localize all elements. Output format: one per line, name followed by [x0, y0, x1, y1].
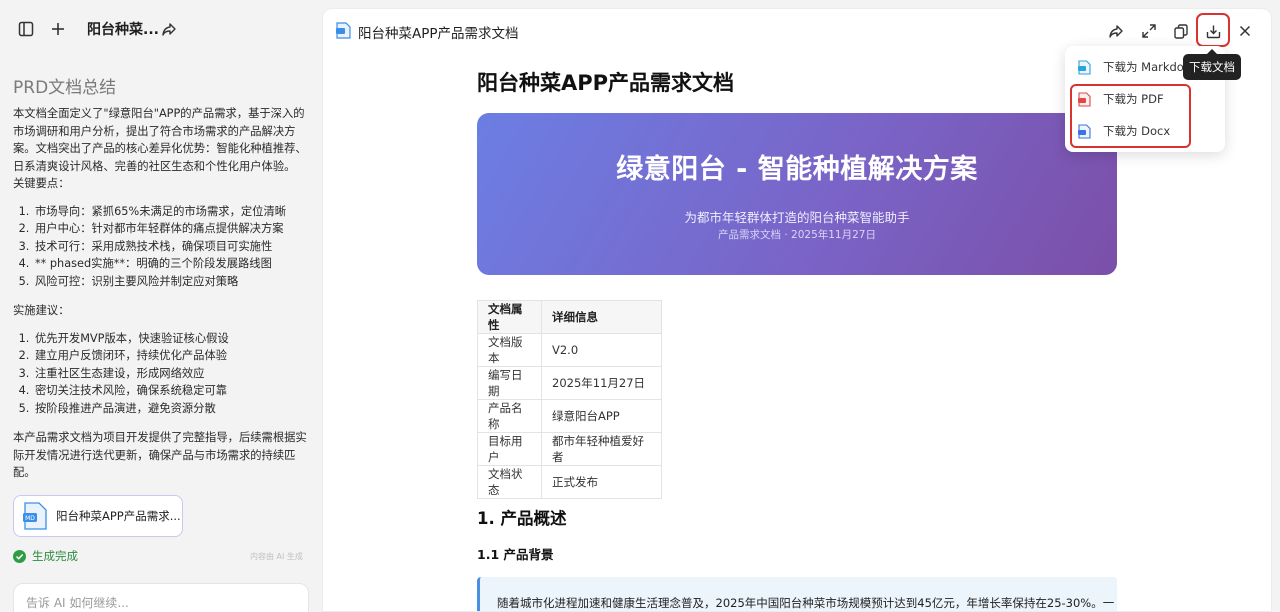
- table-row: 文档状态 正式发布: [477, 465, 662, 499]
- document-title: 阳台种菜APP产品需求文档: [477, 71, 735, 95]
- document-header-title: 阳台种菜APP产品需求文档: [358, 26, 519, 42]
- expand-icon: [1142, 24, 1156, 38]
- share-icon[interactable]: [158, 18, 180, 40]
- conversation-title: 阳台种菜...: [87, 22, 159, 38]
- background-quote: 随着城市化进程加速和健康生活理念普及，2025年中国阳台种菜市场规模预计达到45…: [477, 577, 1117, 611]
- share-button[interactable]: [1104, 19, 1128, 43]
- list-item: 市场导向：紧抓65%未满足的市场需求，定位清晰: [33, 203, 309, 221]
- ai-generated-note: 内容由 AI 生成: [250, 552, 303, 561]
- list-item: 风险可控：识别主要风险并制定应对策略: [33, 273, 309, 291]
- share-icon: [1109, 25, 1123, 38]
- table-row: 编写日期 2025年11月27日: [477, 366, 662, 400]
- table-cell: 编写日期: [477, 366, 542, 400]
- summary-heading: PRD文档总结: [13, 78, 117, 98]
- document-file-card[interactable]: MD 阳台种菜APP产品需求...: [13, 495, 183, 537]
- chat-panel: 阳台种菜... PRD文档总结 本文档全面定义了"绿意阳台"APP的产品需求，基…: [0, 0, 322, 612]
- chat-topbar: 阳台种菜...: [0, 0, 322, 58]
- summary-intro: 本文档全面定义了"绿意阳台"APP的产品需求，基于深入的市场调研和用户分析，提出…: [13, 107, 307, 173]
- table-cell: V2.0: [541, 333, 662, 367]
- table-cell: 都市年轻种植爱好者: [541, 432, 662, 466]
- document-icon: [336, 22, 351, 39]
- download-button-highlight: [1196, 13, 1230, 47]
- suggestions-list: 优先开发MVP版本，快速验证核心假设 建立用户反馈闭环，持续优化产品体验 注重社…: [13, 330, 309, 418]
- table-cell: 目标用户: [477, 432, 542, 466]
- table-cell: 正式发布: [541, 465, 662, 499]
- new-chat-icon[interactable]: [47, 18, 69, 40]
- document-file-icon: MD: [23, 502, 47, 530]
- download-tooltip: 下载文档: [1183, 49, 1241, 80]
- list-item: 建立用户反馈闭环，持续优化产品体验: [33, 347, 309, 365]
- banner-subtitle: 为都市年轻群体打造的阳台种菜智能助手: [684, 210, 910, 225]
- table-row: 目标用户 都市年轻种植爱好者: [477, 432, 662, 466]
- list-item: 密切关注技术风险，确保系统稳定可靠: [33, 382, 309, 400]
- expand-button[interactable]: [1137, 19, 1161, 43]
- close-icon: [1239, 25, 1251, 37]
- key-points-label: 关键要点：: [13, 177, 70, 190]
- document-body: 阳台种菜APP产品需求文档 绿意阳台 - 智能种植解决方案 为都市年轻群体打造的…: [477, 67, 1117, 611]
- markdown-file-icon: [1078, 59, 1091, 75]
- document-meta-table: 文档属性 详细信息 文档版本 V2.0 编写日期 2025年11月27日 产品名…: [477, 300, 662, 499]
- table-cell: 绿意阳台APP: [541, 399, 662, 433]
- key-points-list: 市场导向：紧抓65%未满足的市场需求，定位清晰 用户中心：针对都市年轻群体的痛点…: [13, 203, 309, 291]
- check-circle-icon: [13, 549, 26, 563]
- table-cell: 产品名称: [477, 399, 542, 433]
- subsection-heading: 1.1 产品背景: [477, 547, 554, 562]
- banner-title: 绿意阳台 - 智能种植解决方案: [616, 154, 978, 185]
- banner-date-line: 产品需求文档 · 2025年11月27日: [718, 229, 876, 241]
- file-card-name: 阳台种菜APP产品需求...: [56, 509, 181, 523]
- sidebar-toggle-icon[interactable]: [15, 18, 37, 40]
- table-header-row: 文档属性 详细信息: [477, 300, 662, 334]
- table-cell: 文档版本: [477, 333, 542, 367]
- list-item: 按阶段推进产品演进，避免资源分散: [33, 400, 309, 418]
- table-cell: 文档状态: [477, 465, 542, 499]
- copy-button[interactable]: [1169, 19, 1193, 43]
- generation-status: 生成完成: [13, 548, 78, 564]
- cover-banner: 绿意阳台 - 智能种植解决方案 为都市年轻群体打造的阳台种菜智能助手 产品需求文…: [477, 113, 1117, 275]
- summary-content: 本文档全面定义了"绿意阳台"APP的产品需求，基于深入的市场调研和用户分析，提出…: [13, 105, 309, 482]
- table-row: 产品名称 绿意阳台APP: [477, 399, 662, 433]
- table-cell: 2025年11月27日: [541, 366, 662, 400]
- section-heading: 1. 产品概述: [477, 509, 567, 528]
- list-item: 优先开发MVP版本，快速验证核心假设: [33, 330, 309, 348]
- document-header: 阳台种菜APP产品需求文档: [323, 9, 1271, 51]
- chat-input[interactable]: 告诉 AI 如何继续...: [13, 583, 309, 612]
- list-item: 注重社区生态建设，形成网络效应: [33, 365, 309, 383]
- close-button[interactable]: [1233, 19, 1257, 43]
- svg-text:MD: MD: [25, 515, 35, 522]
- copy-icon: [1174, 23, 1188, 39]
- table-row: 文档版本 V2.0: [477, 333, 662, 367]
- chat-input-placeholder: 告诉 AI 如何继续...: [26, 596, 129, 610]
- table-header-cell: 文档属性: [477, 300, 542, 334]
- list-item: 用户中心：针对都市年轻群体的痛点提供解决方案: [33, 220, 309, 238]
- pdf-docx-highlight: [1070, 84, 1191, 148]
- list-item: ** phased实施**：明确的三个阶段发展路线图: [33, 255, 309, 273]
- list-item: 技术可行：采用成熟技术栈，确保项目可实施性: [33, 238, 309, 256]
- suggestions-label: 实施建议：: [13, 304, 70, 317]
- status-text: 生成完成: [32, 549, 78, 563]
- table-header-cell: 详细信息: [541, 300, 662, 334]
- summary-closing: 本产品需求文档为项目开发提供了完整指导，后续需根据实际开发情况进行迭代更新，确保…: [13, 431, 307, 479]
